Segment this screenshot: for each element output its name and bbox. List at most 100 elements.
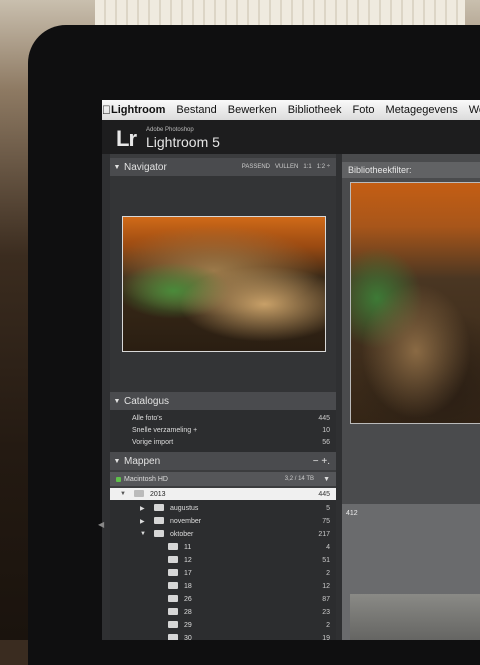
catalogus-title: Catalogus <box>124 395 170 407</box>
menu-metagegevens[interactable]: Metagegevens <box>386 104 458 116</box>
grid-photo-thumbnail[interactable] <box>350 594 480 640</box>
catalog-item-previous-import[interactable]: Vorige import 56 <box>110 436 336 448</box>
folder-count: 75 <box>322 517 330 525</box>
menu-venster[interactable]: Wee <box>469 104 480 116</box>
volume-info: 3,2 / 14 TB <box>284 476 314 482</box>
catalog-item-all-photos[interactable]: Alle foto's 445 <box>110 412 336 424</box>
menu-bewerken[interactable]: Bewerken <box>228 104 277 116</box>
folder-count: 445 <box>318 490 330 498</box>
folder-label: 12 <box>184 556 192 564</box>
folder-row-day[interactable]: 12 51 <box>110 554 336 566</box>
folder-label: 29 <box>184 621 192 629</box>
window-blinds <box>95 0 465 26</box>
apple-icon[interactable]:  <box>102 103 111 117</box>
folder-label: 26 <box>184 595 192 603</box>
expand-triangle-icon[interactable]: ▼ <box>140 531 146 537</box>
folder-row-day[interactable]: 29 2 <box>110 619 336 631</box>
folder-icon <box>168 595 183 603</box>
volume-dropdown-icon[interactable]: ▼ <box>323 476 330 483</box>
catalog-item-label: Vorige import <box>132 438 174 446</box>
folder-label: 18 <box>184 582 192 590</box>
folder-icon <box>154 530 169 538</box>
folder-label: 17 <box>184 569 192 577</box>
collapse-triangle-icon[interactable]: ▼ <box>110 458 124 465</box>
catalog-item-count: 10 <box>322 426 330 434</box>
folder-label: november <box>170 517 202 525</box>
navigator-preview-area <box>110 176 336 392</box>
grid-photo-thumbnail[interactable] <box>350 182 480 424</box>
menu-bar:  Lightroom Bestand Bewerken Bibliotheek… <box>102 100 480 120</box>
library-filter-title: Bibliotheekfilter: <box>348 165 412 175</box>
menu-app[interactable]: Lightroom <box>111 104 165 116</box>
zoom-1-1[interactable]: 1:1 <box>303 164 311 170</box>
catalog-item-quick-collection[interactable]: Snelle verzameling + 10 <box>110 424 336 436</box>
folder-row-november[interactable]: ▶ november 75 <box>110 515 336 527</box>
folder-icon <box>134 490 149 498</box>
catalogus-header[interactable]: ▼ Catalogus <box>110 392 336 410</box>
menu-bestand[interactable]: Bestand <box>176 104 216 116</box>
expand-triangle-icon[interactable]: ▶ <box>140 518 145 525</box>
navigator-title: Navigator <box>124 161 167 173</box>
folder-icon <box>168 569 183 577</box>
navigator-preview-image[interactable] <box>122 216 326 352</box>
navigator-zoom-options: PASSEND VULLEN 1:1 1:2 ÷ <box>237 158 330 176</box>
mappen-title: Mappen <box>124 455 161 467</box>
left-panel-toggle-icon[interactable]: ◀ <box>98 520 104 529</box>
catalog-item-count: 56 <box>322 438 330 446</box>
folder-count: 2 <box>326 569 330 577</box>
folder-row-day[interactable]: 28 23 <box>110 606 336 618</box>
folder-count: 23 <box>322 608 330 616</box>
folder-count: 12 <box>322 582 330 590</box>
zoom-fill[interactable]: VULLEN <box>275 164 298 170</box>
folder-count: 217 <box>318 530 330 538</box>
collapse-triangle-icon[interactable]: ▼ <box>110 398 124 405</box>
folder-label: 30 <box>184 634 192 641</box>
folder-icon <box>168 543 183 551</box>
library-filter-bar[interactable]: Bibliotheekfilter: <box>342 162 480 178</box>
folder-row-day[interactable]: 18 12 <box>110 580 336 592</box>
menu-foto[interactable]: Foto <box>353 104 375 116</box>
catalog-item-count: 445 <box>318 414 330 422</box>
folder-row-day[interactable]: 30 19 <box>110 632 336 640</box>
expand-triangle-icon[interactable]: ▶ <box>140 505 145 512</box>
navigator-header[interactable]: ▼ Navigator PASSEND VULLEN 1:1 1:2 ÷ <box>110 158 336 176</box>
catalog-item-label: Alle foto's <box>132 414 163 422</box>
mappen-header[interactable]: ▼ Mappen − +. <box>110 452 336 470</box>
identity-plate: Lr Adobe Photoshop Lightroom 5 <box>102 120 480 154</box>
grid-cell-number: 412 <box>346 510 358 517</box>
folder-label: oktober <box>170 530 194 538</box>
catalog-item-label: Snelle verzameling + <box>132 426 198 434</box>
folder-label: augustus <box>170 504 199 512</box>
folder-count: 5 <box>326 504 330 512</box>
folder-icon <box>168 634 183 640</box>
volume-label: Macintosh HD <box>124 475 168 483</box>
folder-icon <box>154 517 169 525</box>
folder-count: 2 <box>326 621 330 629</box>
folder-row-day[interactable]: 11 4 <box>110 541 336 553</box>
folder-row-oktober[interactable]: ▼ oktober 217 <box>110 528 336 540</box>
folder-row-day[interactable]: 26 87 <box>110 593 336 605</box>
lightroom-screen:  Lightroom Bestand Bewerken Bibliotheek… <box>102 100 480 640</box>
expand-triangle-icon[interactable]: ▼ <box>120 491 126 497</box>
menu-bibliotheek[interactable]: Bibliotheek <box>288 104 342 116</box>
folder-label: 2013 <box>150 490 166 498</box>
collapse-triangle-icon[interactable]: ▼ <box>110 164 124 171</box>
folder-count: 4 <box>326 543 330 551</box>
library-grid-area: Bibliotheekfilter: 412 <box>342 154 480 640</box>
left-panel: ▼ Navigator PASSEND VULLEN 1:1 1:2 ÷ ▼ C… <box>110 154 336 640</box>
folder-count: 87 <box>322 595 330 603</box>
zoom-fit[interactable]: PASSEND <box>242 164 270 170</box>
folder-icon <box>168 556 183 564</box>
folder-row-day[interactable]: 17 2 <box>110 567 336 579</box>
folder-icon <box>168 621 183 629</box>
volume-macintosh-hd[interactable]: Macintosh HD 3,2 / 14 TB ▼ <box>110 472 336 486</box>
folder-icon <box>168 582 183 590</box>
folder-icon <box>154 504 169 512</box>
folder-row-augustus[interactable]: ▶ augustus 5 <box>110 502 336 514</box>
zoom-1-2[interactable]: 1:2 ÷ <box>317 164 330 170</box>
folder-label: 28 <box>184 608 192 616</box>
adobe-label: Adobe Photoshop <box>146 127 194 133</box>
folder-row-2013[interactable]: ▼ 2013 445 <box>110 488 336 500</box>
volume-status-icon <box>116 476 121 482</box>
add-remove-folder-buttons[interactable]: − +. <box>313 456 330 467</box>
